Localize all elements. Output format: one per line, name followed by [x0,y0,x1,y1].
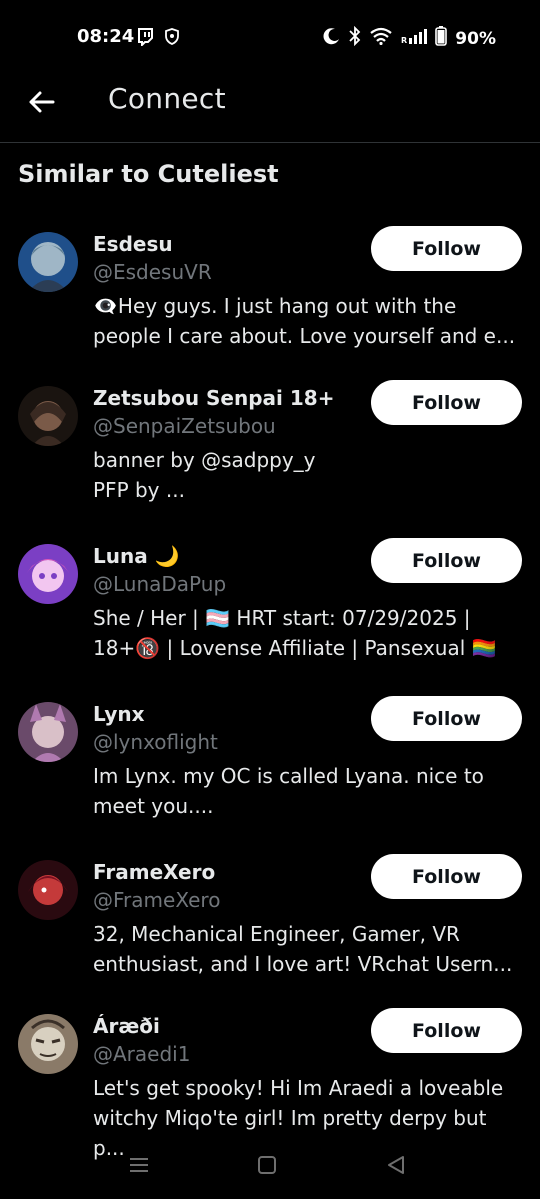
signal-icon: R [401,27,428,50]
user-name[interactable]: Lynx [93,702,145,726]
battery-percent: 90% [455,28,496,49]
user-handle[interactable]: @lynxoflight [93,730,218,754]
user-row[interactable]: Zetsubou Senpai 18+ @SenpaiZetsubou bann… [0,380,540,530]
user-handle[interactable]: @SenpaiZetsubou [93,414,276,438]
avatar[interactable] [18,702,78,762]
vpn-shield-icon [165,28,179,50]
follow-button[interactable]: Follow [371,538,522,583]
bluetooth-icon [349,25,361,51]
recents-icon[interactable] [128,1154,150,1180]
back-icon[interactable] [385,1154,407,1180]
moon-icon [323,27,341,50]
status-time: 08:24 [77,26,135,47]
user-name[interactable]: Esdesu [93,232,173,256]
user-handle[interactable]: @FrameXero [93,888,220,912]
user-handle[interactable]: @Araedi1 [93,1042,190,1066]
user-bio: banner by @sadppy_y PFP by ... [93,448,316,502]
user-bio: 32, Mechanical Engineer, Gamer, VR enthu… [93,922,513,976]
user-handle[interactable]: @LunaDaPup [93,572,226,596]
avatar[interactable] [18,386,78,446]
battery-icon [435,26,448,51]
wifi-icon [369,27,393,50]
avatar[interactable] [18,232,78,292]
user-row[interactable]: Esdesu @EsdesuVR 👁️‍🗨️Hey guys. I just h… [0,226,540,376]
user-row[interactable]: FrameXero @FrameXero 32, Mechanical Engi… [0,854,540,1004]
user-name[interactable]: Luna 🌙 [93,544,180,568]
follow-button[interactable]: Follow [371,696,522,741]
user-handle[interactable]: @EsdesuVR [93,260,212,284]
follow-button[interactable]: Follow [371,226,522,271]
avatar[interactable] [18,860,78,920]
user-row[interactable]: Lynx @lynxoflight Im Lynx. my OC is call… [0,696,540,846]
system-nav-bar [0,1140,540,1199]
section-title: Similar to Cuteliest [18,160,279,188]
user-bio: 👁️‍🗨️Hey guys. I just hang out with the … [93,294,516,348]
twitch-icon [137,28,153,50]
home-icon[interactable] [257,1154,277,1180]
status-bar: 08:24 R 90% [0,0,540,76]
user-row[interactable]: Luna 🌙 @LunaDaPup She / Her | 🏳️‍⚧️ HRT … [0,538,540,688]
avatar[interactable] [18,544,78,604]
user-bio: Im Lynx. my OC is called Lyana. nice to … [93,764,484,818]
user-bio: She / Her | 🏳️‍⚧️ HRT start: 07/29/2025 … [93,606,497,660]
back-arrow-icon[interactable] [26,86,58,118]
svg-text:R: R [401,36,407,45]
follow-button[interactable]: Follow [371,854,522,899]
page-title: Connect [108,82,226,115]
user-name[interactable]: Zetsubou Senpai 18+ [93,386,334,410]
follow-button[interactable]: Follow [371,1008,522,1053]
user-name[interactable]: FrameXero [93,860,215,884]
user-name[interactable]: Áræði [93,1014,160,1038]
follow-button[interactable]: Follow [371,380,522,425]
top-app-bar: Connect [0,76,540,143]
avatar[interactable] [18,1014,78,1074]
user-row[interactable]: Áræði @Araedi1 Let's get spooky! Hi Im A… [0,1008,540,1160]
